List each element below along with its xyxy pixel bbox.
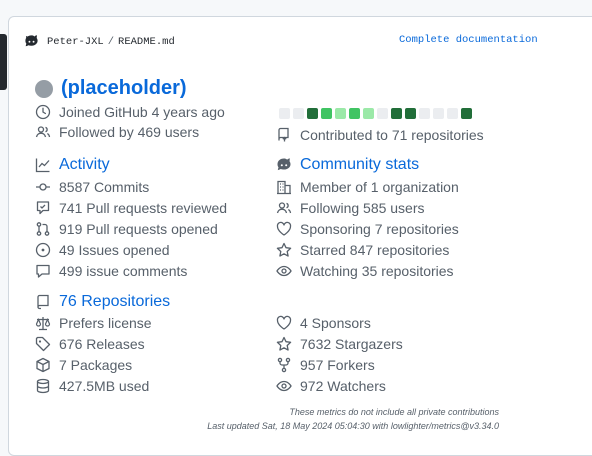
packages-row: 7 Packages (35, 356, 132, 374)
watching-row: Watching 35 repositories (276, 262, 454, 280)
activity-heading: Activity (35, 156, 110, 174)
community-item: Following 585 users (300, 200, 425, 216)
joined-row: Joined GitHub 4 years ago (35, 103, 225, 121)
footer-updated: Last updated Sat, 18 May 2024 05:04:30 w… (207, 421, 499, 431)
community-item: Watching 35 repositories (300, 263, 454, 279)
heart-icon (276, 221, 292, 236)
footer-note: These metrics do not include all private… (289, 407, 499, 417)
commit-icon (36, 183, 50, 191)
releases-row: 676 Releases (35, 335, 145, 353)
issue-opened-icon (35, 242, 51, 258)
contributed-text: Contributed to 71 repositories (300, 127, 484, 143)
repo-stat-item: 7 Packages (59, 357, 133, 373)
code-review-icon (36, 201, 50, 215)
organization-icon (277, 180, 291, 195)
calendar-day (391, 108, 402, 119)
user-name[interactable]: (placeholder) (61, 77, 187, 100)
people-icon (35, 126, 51, 138)
file-name[interactable]: README.md (118, 36, 175, 48)
octocat-icon (277, 158, 291, 171)
community-heading: Community stats (276, 156, 419, 174)
pull-request-icon (36, 222, 50, 236)
repo-icon (37, 294, 49, 310)
calendar-day (307, 108, 318, 119)
followers-text: Followed by 469 users (59, 124, 200, 140)
activity-item: 49 Issues opened (59, 242, 170, 258)
eye-icon (276, 380, 292, 392)
star-icon (276, 242, 292, 257)
issues-row: 49 Issues opened (35, 241, 170, 259)
forkers-row: 957 Forkers (276, 356, 375, 374)
starred-row: Starred 847 repositories (276, 241, 449, 259)
stargazers-row: 7632 Stargazers (276, 335, 403, 353)
comments-row: 499 issue comments (35, 262, 187, 280)
repo-stat-item: Prefers license (59, 315, 152, 331)
reviews-row: 741 Pull requests reviewed (35, 199, 227, 217)
repo-stat-item: 972 Watchers (300, 378, 386, 394)
clock-icon (35, 104, 51, 120)
repo-stat-item: 676 Releases (59, 336, 145, 352)
commits-row: 8587 Commits (35, 178, 149, 196)
user-heading: (placeholder) (35, 77, 187, 100)
calendar-day (335, 108, 346, 119)
repo-push-icon (278, 127, 289, 142)
license-row: Prefers license (35, 314, 152, 332)
octocat-icon (25, 35, 38, 47)
pulls-row: 919 Pull requests opened (35, 220, 218, 238)
repositories-title[interactable]: 76 Repositories (59, 293, 170, 311)
law-icon (35, 317, 51, 331)
calendar-day (363, 108, 374, 119)
path-separator: / (107, 35, 115, 48)
contributed-row: Contributed to 71 repositories (276, 126, 484, 144)
watchers-row: 972 Watchers (276, 377, 386, 395)
disk-usage-row: 427.5MB used (35, 377, 149, 395)
star-icon (276, 336, 292, 351)
calendar-day (405, 108, 416, 119)
activity-item: 919 Pull requests opened (59, 221, 218, 237)
calendar-day (433, 108, 444, 119)
calendar-day (293, 108, 304, 119)
repo-stat-item: 7632 Stargazers (300, 336, 403, 352)
fork-icon (277, 357, 291, 373)
calendar-day (321, 108, 332, 119)
calendar-day (419, 108, 430, 119)
database-icon (36, 378, 50, 394)
activity-title[interactable]: Activity (59, 156, 110, 174)
followers-row: Followed by 469 users (35, 123, 199, 141)
organization-row: Member of 1 organization (276, 178, 459, 196)
activity-item: 8587 Commits (59, 179, 150, 195)
community-item: Sponsoring 7 repositories (300, 221, 459, 237)
calendar-day (461, 108, 472, 119)
repo-stat-item: 957 Forkers (300, 357, 375, 373)
calendar-day (447, 108, 458, 119)
repo-stat-item: 427.5MB used (59, 378, 150, 394)
joined-text: Joined GitHub 4 years ago (59, 104, 225, 120)
community-item: Member of 1 organization (300, 179, 459, 195)
activity-item: 499 issue comments (59, 263, 188, 279)
contribution-calendar (279, 108, 472, 119)
people-icon (276, 202, 292, 214)
readme-header: Peter-JXL / README.md (24, 34, 175, 49)
repo-owner[interactable]: Peter-JXL (47, 36, 104, 48)
eye-icon (276, 265, 292, 277)
calendar-day (349, 108, 360, 119)
heart-icon (276, 315, 292, 330)
repo-stat-item: 4 Sponsors (300, 315, 371, 331)
left-edge-bar (0, 34, 7, 90)
activity-item: 741 Pull requests reviewed (59, 200, 228, 216)
complete-documentation-link[interactable]: Complete documentation (399, 34, 538, 46)
calendar-day (279, 108, 290, 119)
tag-icon (35, 336, 51, 352)
sponsors-row: 4 Sponsors (276, 314, 371, 332)
package-icon (36, 357, 50, 373)
avatar[interactable] (35, 79, 53, 98)
community-title[interactable]: Community stats (300, 156, 419, 174)
calendar-day (377, 108, 388, 119)
repositories-heading: 76 Repositories (35, 293, 170, 311)
graph-icon (35, 158, 50, 173)
community-item: Starred 847 repositories (300, 242, 450, 258)
sponsoring-row: Sponsoring 7 repositories (276, 220, 459, 238)
comment-icon (36, 264, 50, 278)
following-row: Following 585 users (276, 199, 425, 217)
